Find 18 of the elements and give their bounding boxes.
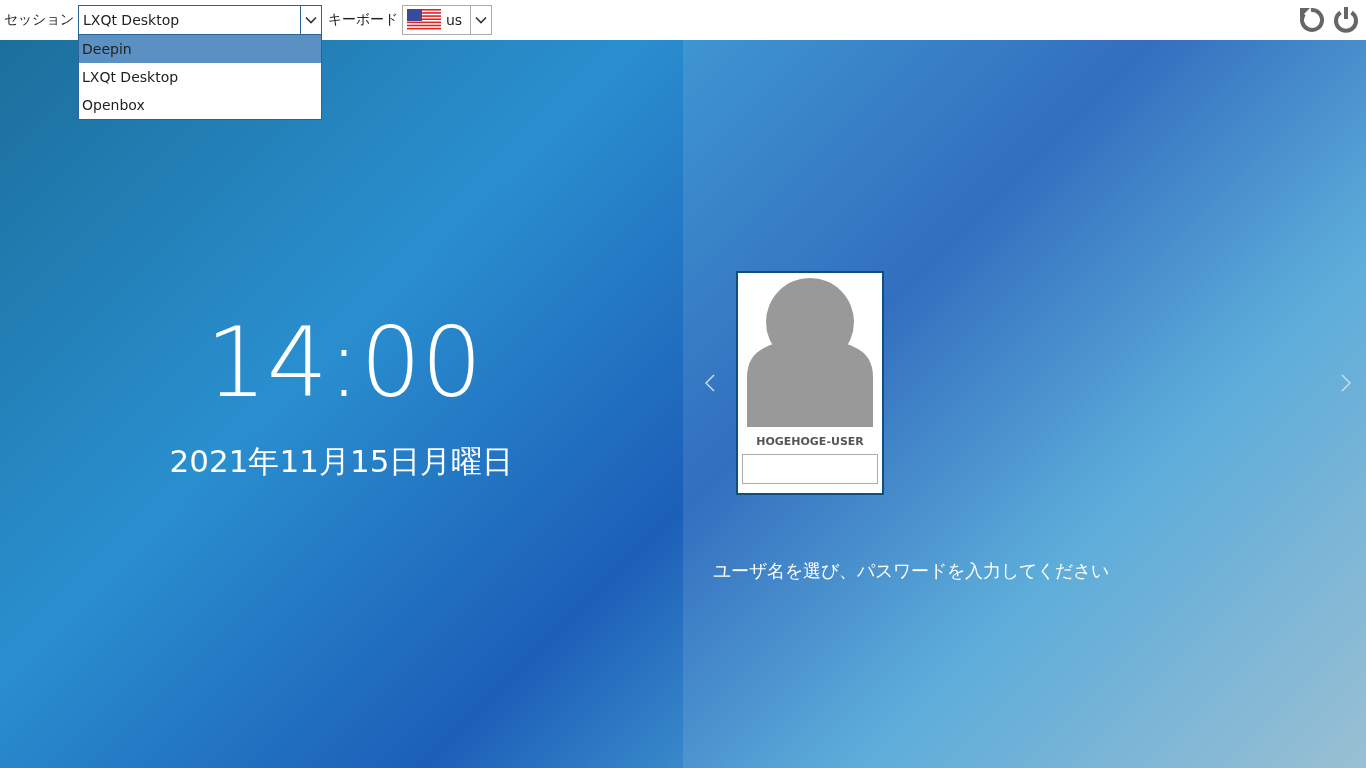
previous-user-icon[interactable] [704,374,715,392]
next-user-icon[interactable] [1341,374,1351,392]
flag-icon [407,9,441,31]
session-option[interactable]: Deepin [79,35,321,63]
session-label: セッション [4,11,74,29]
login-hint: ユーザ名を選び、パスワードを入力してください [713,559,1110,583]
caret-icon [475,16,487,24]
session-dropdown[interactable]: LXQt Desktop [78,5,322,35]
password-field[interactable] [742,454,878,484]
username: HOGEHOGE-USER [756,435,864,448]
clock-date: 2021年11月15日月曜日 [169,442,514,481]
power-icon[interactable] [1332,6,1360,34]
user-card[interactable]: HOGEHOGE-USER [736,271,884,495]
caret-icon [305,16,317,24]
clock-time: 14:00 [205,315,483,411]
keyboard-label: キーボード [328,11,398,29]
keyboard-layout-dropdown[interactable]: us [402,5,492,35]
user-avatar-icon [746,277,874,427]
